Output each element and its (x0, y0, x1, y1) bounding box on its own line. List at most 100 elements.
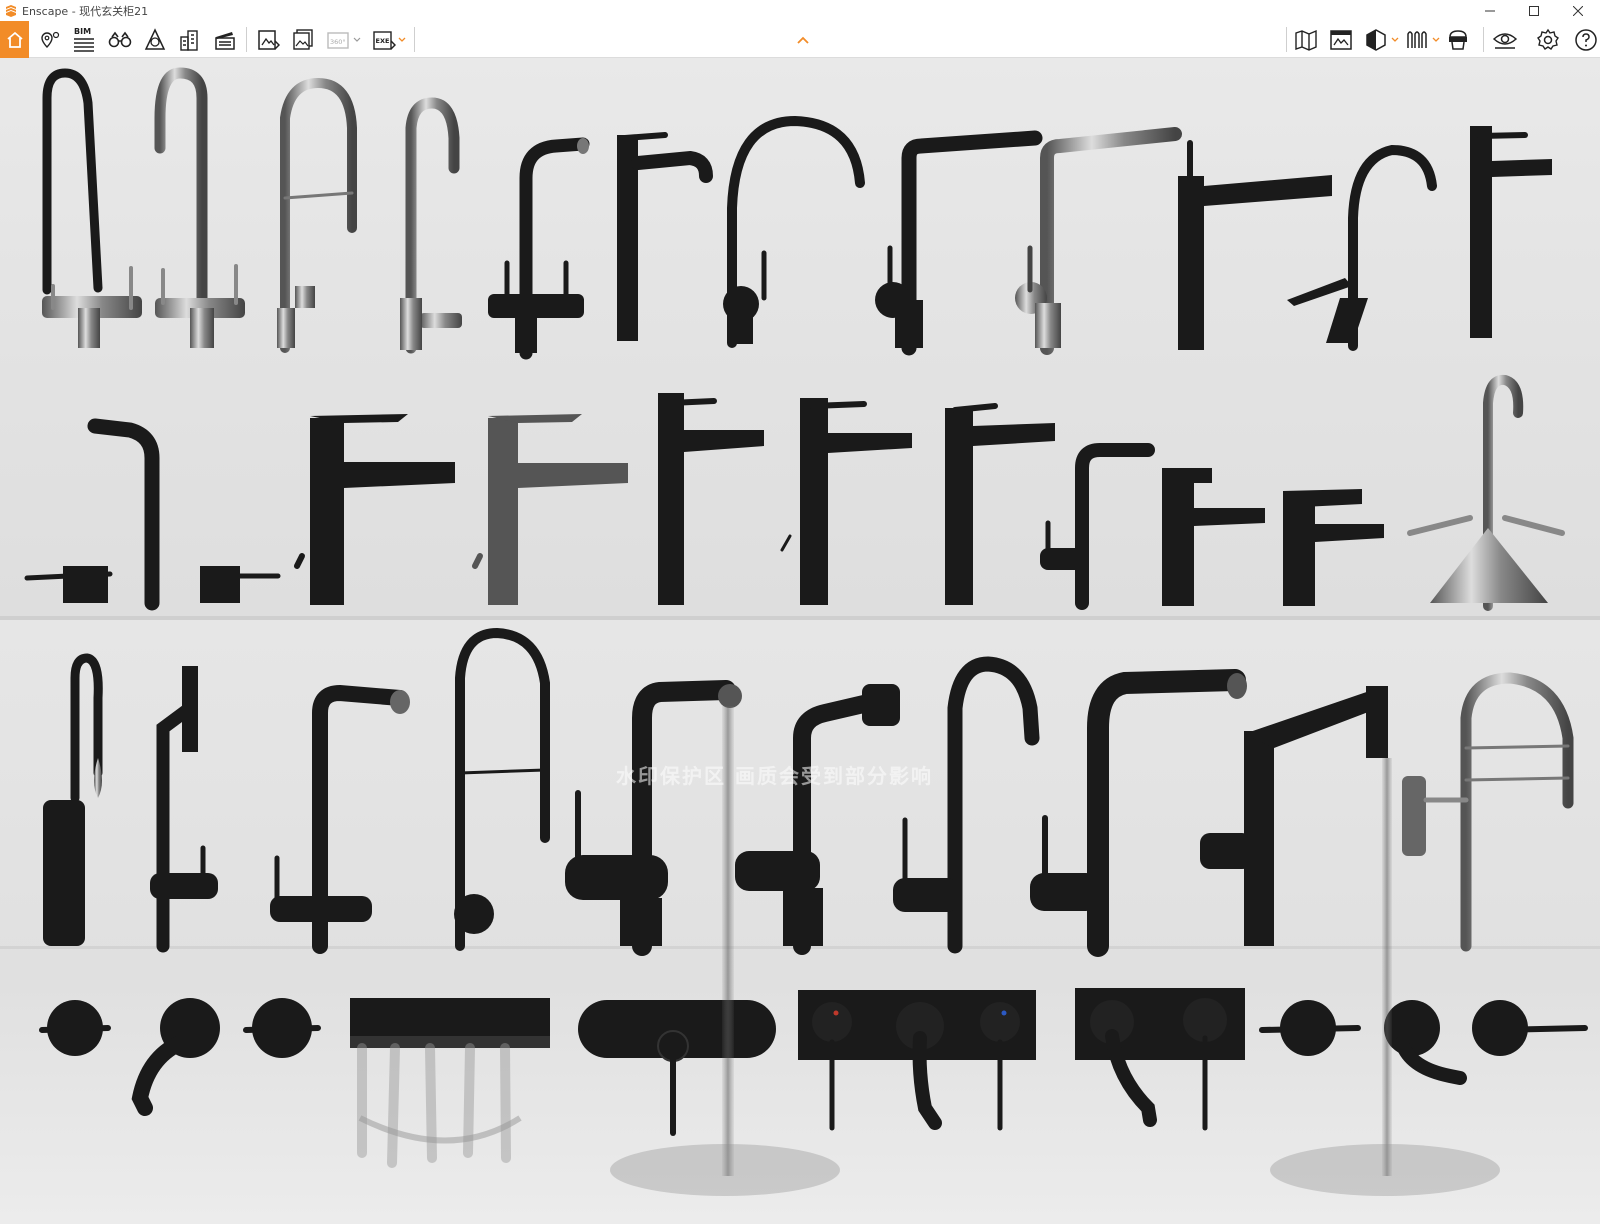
faucet-black-tall-lever-3 (780, 398, 912, 605)
chevron-down-icon (353, 37, 361, 42)
wall-valve-4 (1472, 1000, 1588, 1056)
faucet-black-tall-lever-4 (945, 403, 1055, 605)
section-dropdown[interactable] (1390, 21, 1400, 58)
minimize-button[interactable] (1468, 0, 1512, 21)
faucet-chrome-spring-filter-1 (1402, 672, 1574, 952)
collapse-toolbar-button[interactable] (793, 21, 813, 58)
bim-icon: BIM (74, 27, 94, 52)
faucet-black-mono-1 (1162, 468, 1265, 606)
export-dropdown[interactable] (397, 21, 407, 58)
settings-icon (1537, 28, 1559, 50)
wall-2-hole-mixer-1 (1075, 988, 1245, 1131)
faucet-chrome-gooseneck-1 (154, 67, 245, 348)
enscape-toolbar: BIM 360° EXE (0, 21, 1600, 58)
watermark-text: 水印保护区 画质会受到部分影响 (616, 764, 933, 788)
asset-library-icon (1449, 29, 1467, 50)
home-icon (6, 31, 23, 48)
video-editor-button[interactable] (212, 21, 238, 58)
faucet-black-c-spout-1 (723, 115, 865, 348)
render-viewport[interactable]: 水印保护区 画质会受到部分影响 (0, 58, 1600, 1224)
bim-button[interactable]: BIM (71, 21, 97, 58)
faucet-chrome-spring-1 (277, 77, 357, 353)
faucet-scene (24, 67, 1588, 1196)
export-exe-button[interactable]: EXE (371, 21, 397, 58)
material-dropdown[interactable] (1431, 21, 1441, 58)
settings-button[interactable] (1535, 21, 1561, 58)
atmosphere-icon (144, 27, 166, 50)
chevron-up-icon (797, 36, 809, 44)
chevron-down-icon (398, 37, 406, 42)
faucet-black-tall-lever-1 (617, 132, 713, 341)
faucet-black-l-spout-4 (1030, 669, 1247, 957)
title-bar: Enscape - 现代玄关柜21 (0, 0, 1600, 21)
maximize-button[interactable] (1512, 0, 1556, 21)
panorama-360-icon: 360° (327, 31, 349, 49)
batch-render-button[interactable] (290, 21, 316, 58)
locations-icon (41, 31, 60, 48)
faucet-chrome-gooseneck-2 (400, 97, 462, 354)
faucet-black-tall-lever-2 (658, 393, 764, 605)
maximize-icon (1529, 5, 1539, 16)
close-icon (1573, 5, 1583, 16)
batch-render-icon (293, 28, 313, 50)
faucet-black-tall-minimal-1 (1470, 126, 1552, 338)
faucet-row-4 (39, 988, 1588, 1168)
material-editor-button[interactable] (1404, 21, 1430, 58)
help-button[interactable] (1573, 21, 1599, 58)
screenshot-button[interactable] (255, 21, 281, 58)
faucet-black-l-spout-3 (565, 680, 742, 956)
map-icon (1295, 29, 1317, 51)
buildings-icon (180, 29, 198, 51)
video-editor-icon (215, 31, 235, 50)
faucet-black-l-spout-2 (1040, 443, 1155, 610)
views-icon (1330, 29, 1352, 50)
wall-spout-2 (1384, 1000, 1467, 1085)
binoculars-icon (108, 31, 132, 47)
faucet-black-spring-1 (454, 627, 550, 951)
panorama-dropdown[interactable] (352, 21, 362, 58)
window-title: Enscape - 现代玄关柜21 (22, 4, 149, 18)
svg-text:BIM: BIM (74, 27, 91, 36)
locations-button[interactable] (36, 21, 64, 58)
atmosphere-button[interactable] (142, 21, 168, 58)
section-icon (1366, 28, 1386, 51)
faucet-chrome-l-spout-1 (1015, 127, 1182, 355)
minimize-icon (1485, 10, 1495, 11)
faucet-row-2 (24, 374, 1565, 611)
buildings-button[interactable] (177, 21, 203, 58)
wall-valve-2 (243, 998, 321, 1058)
faucet-black-bath-deck-1 (24, 418, 281, 611)
toolbar-separator (1286, 27, 1287, 52)
wall-valve-3 (1259, 1000, 1361, 1056)
faucet-black-square-2 (294, 414, 455, 605)
wall-valve-1 (39, 1000, 111, 1056)
svg-text:EXE: EXE (376, 37, 390, 45)
walk-mode-button[interactable] (107, 21, 133, 58)
faucet-grey-square-1 (472, 414, 628, 605)
faucet-chrome-cross-handle-1 (1407, 374, 1565, 611)
chevron-down-icon (1391, 37, 1399, 42)
chevron-down-icon (1432, 37, 1440, 42)
views-button[interactable] (1328, 21, 1354, 58)
map-button[interactable] (1293, 21, 1319, 58)
section-button[interactable] (1363, 21, 1389, 58)
faucet-row-1 (42, 67, 1552, 360)
faucet-black-filter-1 (150, 666, 218, 953)
wall-mixer-plate-1 (578, 1000, 776, 1136)
panorama-button[interactable]: 360° (325, 21, 351, 58)
screenshot-icon (258, 29, 280, 50)
visual-settings-button[interactable] (1491, 21, 1519, 58)
faucet-black-mono-2 (1283, 489, 1384, 606)
faucet-black-pullout-1 (488, 137, 590, 360)
faucet-spring-pulldown-1 (42, 68, 142, 348)
toolbar-separator (1483, 27, 1484, 52)
faucet-black-pulldown-teardrop-1 (43, 653, 103, 946)
faucet-black-square-l-1 (1200, 686, 1388, 946)
toolbar-separator (414, 27, 415, 52)
wall-3-hole-mixer-1 (798, 990, 1036, 1131)
close-button[interactable] (1556, 0, 1600, 21)
asset-library-button[interactable] (1445, 21, 1471, 58)
home-button[interactable] (0, 21, 29, 58)
help-icon (1575, 28, 1597, 51)
enscape-logo-icon (6, 4, 16, 17)
